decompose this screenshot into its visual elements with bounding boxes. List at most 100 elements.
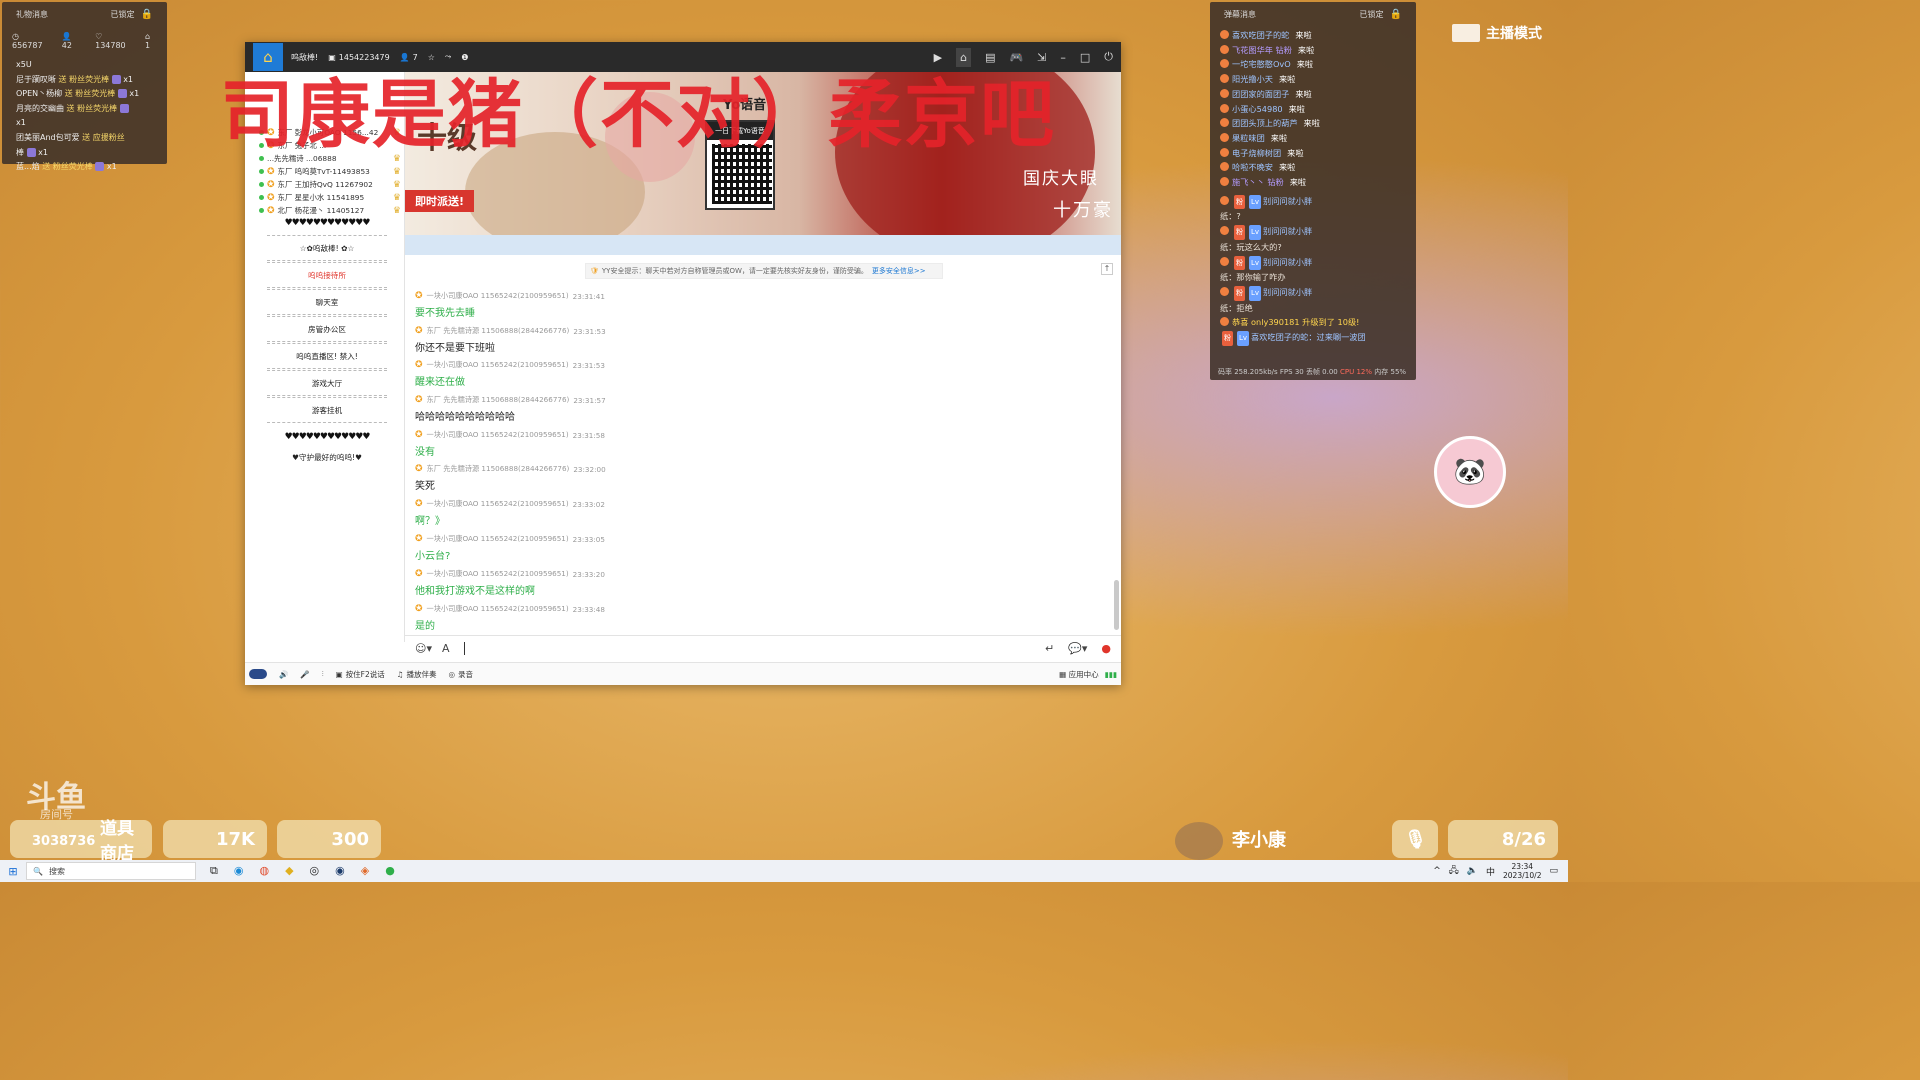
medal-icon: ✪ — [415, 569, 423, 579]
mic-tile[interactable]: 🎙 — [1392, 820, 1438, 858]
user-level-icon — [1220, 286, 1229, 296]
start-icon[interactable]: ⊞ — [0, 865, 26, 878]
rank-tile[interactable]: 8/26 — [1448, 820, 1558, 858]
maximize-icon[interactable]: □ — [1080, 51, 1090, 64]
steam-icon[interactable]: ◉ — [335, 864, 345, 878]
mode-icon — [1452, 24, 1480, 42]
stat-gifts: 1 — [145, 41, 151, 50]
streamer-mode-button[interactable]: 主播模式 — [1452, 22, 1542, 44]
search-icon: 🔍 — [33, 866, 43, 876]
room-admin-office[interactable]: 房管办公区 — [267, 316, 387, 342]
chat-scrollbar[interactable] — [1114, 580, 1119, 630]
list-item: 棒 x1 — [16, 147, 48, 157]
lock-icon[interactable]: 🔒 — [1390, 9, 1402, 20]
gift-message-panel: 礼物消息 已锁定 🔒 ◷ 656787 👤 42 ♡ 134780 ⌂ 1 x5… — [2, 2, 167, 172]
channel-member[interactable]: ✪ 东厂 呜呜莫TvT-11493853 ♛ — [259, 165, 401, 178]
mem-status: 内存 55% — [1374, 368, 1407, 376]
home-icon[interactable]: ⌂ — [956, 47, 972, 67]
arrival-item: 一坨宅憨憨OvO 来啦 — [1220, 57, 1406, 72]
banner-strip — [405, 235, 1121, 255]
pet-app-icon[interactable]: ◈ — [361, 864, 369, 878]
board-icon[interactable]: ▤ — [985, 51, 995, 64]
equalizer-icon[interactable]: ⫶ — [322, 669, 324, 679]
app-center-button[interactable]: ▦ 应用中心 — [1059, 669, 1098, 680]
room-game-hall[interactable]: 游戏大厅 — [267, 370, 387, 396]
info-icon[interactable]: ❶ — [461, 53, 468, 62]
record-button[interactable]: ◎ 录音 — [448, 669, 473, 680]
fan-badge-icon: 粉 — [1234, 255, 1245, 271]
shield-icon: 🛡 — [590, 267, 599, 275]
voice-toggle[interactable] — [249, 669, 267, 679]
list-item: 尼于躏叹晰 送 粉丝荧光棒 x1 — [16, 74, 134, 84]
room-welcome[interactable]: ☆✿呜敌棒! ✿☆ — [267, 235, 387, 261]
chat-message: ✪ 一块小司康OAO 11565242(2100959651) 23:31:53 醒来… — [415, 360, 605, 388]
chat-bubble-icon[interactable]: 💬▾ — [1068, 642, 1087, 655]
glowstick-icon — [95, 162, 105, 172]
volume-icon[interactable]: 🔈 — [1467, 866, 1478, 876]
glowstick-icon — [119, 103, 129, 113]
speaker-icon[interactable]: 🔊 — [279, 670, 288, 679]
channel-member[interactable]: ✪ 东厂 王加持QvQ 11267902 ♛ — [259, 178, 401, 191]
emoji-icon[interactable]: ☺▾ — [415, 642, 432, 655]
game-icon[interactable]: 🎮 — [1009, 51, 1023, 64]
popularity-tile[interactable]: 17K — [163, 820, 267, 858]
lock-icon[interactable]: 🔒 — [141, 9, 153, 20]
streamer-avatar[interactable] — [1175, 822, 1223, 860]
user-level-icon — [1220, 88, 1229, 98]
obs-icon[interactable]: ◎ — [310, 864, 320, 878]
signal-icon: ▮▮▮ — [1104, 669, 1117, 679]
streamer-name: 李小康 — [1232, 830, 1286, 851]
fish-ball-tile[interactable]: 300 — [277, 820, 381, 858]
network-icon[interactable]: 🖧 — [1449, 863, 1459, 879]
arrival-item: 果粒味团 来啦 — [1220, 131, 1406, 146]
font-icon[interactable]: A — [442, 642, 450, 655]
channel-member[interactable]: ✪ 东厂 星星小水 11541895 ♛ — [259, 191, 401, 204]
favorite-icon[interactable]: ☆ — [428, 53, 435, 62]
arrival-item: 哈啦不晚安 来啦 — [1220, 160, 1406, 175]
gift-panel-title: 礼物消息 — [16, 9, 48, 19]
panda-avatar-icon[interactable]: 🐼 — [1434, 436, 1506, 508]
system-clock[interactable]: 23:34 2023/10/2 — [1503, 862, 1541, 880]
channel-member[interactable]: ✪ 北厂 杨花漫丶 11405127 ♛ — [259, 204, 401, 217]
room-reception[interactable]: 呜呜接待所 — [267, 262, 387, 288]
room-guard[interactable]: ♥ 守护最好的呜呜! ♥ — [267, 444, 387, 470]
bitrate-status: 码率 258.205kb/s FPS 30 丢帧 0.00 — [1218, 368, 1338, 376]
banner-send-text: 即时派送! — [405, 190, 475, 212]
yy-app-icon[interactable]: ◆ — [285, 864, 293, 878]
room-chat[interactable]: 聊天室 — [267, 289, 387, 315]
minimize-icon[interactable]: – — [1060, 51, 1066, 64]
push-to-talk-button[interactable]: ▣ 按住F2说话 — [336, 669, 385, 680]
edge-icon[interactable]: ◉ — [234, 864, 244, 878]
user-level-icon — [1220, 195, 1229, 205]
banner-event-title: 国庆大眼 — [1023, 169, 1099, 189]
task-view-icon[interactable]: ⧉ — [210, 864, 218, 878]
room-guest-idle[interactable]: 游客挂机 — [267, 397, 387, 423]
crown-icon: ♛ — [392, 192, 401, 203]
room-live[interactable]: 呜呜直播区! 禁入! — [267, 343, 387, 369]
level-badge-icon: Lv — [1249, 225, 1262, 240]
chat-input[interactable] — [463, 642, 465, 655]
wechat-icon[interactable]: ● — [385, 864, 395, 878]
glowstick-icon — [111, 74, 121, 84]
scroll-top-button[interactable]: ↑ — [1101, 263, 1113, 275]
music-button[interactable]: ♫ 播放伴奏 — [397, 669, 437, 680]
power-icon[interactable]: ⏻ — [1104, 50, 1113, 64]
tray-chevron-icon[interactable]: ^ — [1433, 866, 1441, 876]
medal-icon: ✪ — [415, 464, 423, 474]
notification-icon[interactable]: ▭ — [1549, 866, 1558, 876]
send-icon[interactable]: ↵ — [1045, 642, 1054, 655]
mic-icon[interactable]: 🎤 — [300, 670, 309, 679]
browser-icon[interactable]: ◍ — [259, 864, 269, 878]
security-link[interactable]: 更多安全信息>> — [872, 266, 926, 276]
taskbar-apps: ⧉ ◉ ◍ ◆ ◎ ◉ ◈ ● — [210, 864, 395, 878]
shrink-icon[interactable]: ⇲ — [1037, 51, 1046, 64]
ime-icon[interactable]: 中 — [1486, 865, 1495, 878]
video-icon[interactable]: ▶ — [934, 51, 942, 64]
bottom-tiles: 道具商店 3038736 17K 300 李小康 🎙 8/26 — [0, 819, 1568, 864]
level-badge-icon: Lv — [1237, 331, 1250, 346]
mic-status-icon[interactable]: ● — [1101, 642, 1111, 655]
channel-home-icon[interactable]: ⌂ — [253, 43, 283, 71]
share-icon[interactable]: ⤳ — [445, 52, 451, 62]
gift-stats: ◷ 656787 👤 42 ♡ 134780 ⌂ 1 — [12, 32, 151, 50]
taskbar-search[interactable]: 🔍 搜索 — [26, 862, 196, 880]
